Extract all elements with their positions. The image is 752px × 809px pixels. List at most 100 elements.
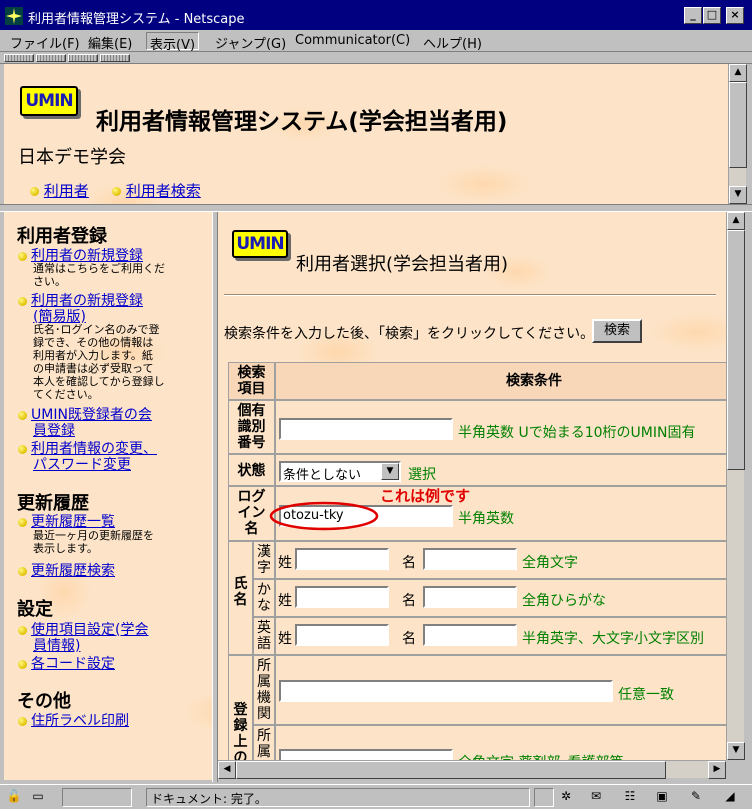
- horizontal-rule: [224, 294, 716, 296]
- scroll-up-icon[interactable]: ▲: [727, 212, 745, 230]
- search-button[interactable]: 検索: [592, 319, 642, 343]
- link-user-search[interactable]: 利用者検索: [126, 182, 201, 200]
- row-label-registered: 登 録 上 の: [228, 655, 253, 760]
- connection-icon: ▭: [32, 789, 44, 803]
- status-divider: [534, 788, 554, 807]
- kana-mei-input[interactable]: [423, 586, 517, 608]
- composer-icon[interactable]: ✎: [686, 789, 706, 805]
- scroll-down-icon[interactable]: ▼: [727, 742, 745, 760]
- org-hint: 任意一致: [618, 687, 674, 703]
- top-link-search[interactable]: 利用者検索: [112, 180, 201, 201]
- main-horizontal-scrollbar[interactable]: ◀ ▶: [218, 760, 726, 779]
- society-name: 日本デモ学会: [18, 147, 126, 168]
- menu-edit[interactable]: 編集(E): [85, 32, 135, 52]
- nav-address-label-print[interactable]: 住所ラベル印刷: [31, 713, 129, 729]
- nav-item[interactable]: 住所ラベル印刷: [18, 710, 129, 730]
- main-vertical-scrollbar[interactable]: ▲ ▼: [726, 212, 745, 760]
- lock-icon[interactable]: 🔓: [4, 789, 24, 805]
- kanji-sei-input[interactable]: [295, 548, 389, 570]
- top-vertical-scrollbar[interactable]: ▲ ▼: [728, 64, 747, 204]
- menu-file[interactable]: ファイル(F): [7, 32, 83, 52]
- bullet-icon: [18, 716, 27, 726]
- address-book-icon[interactable]: ▣: [652, 789, 672, 805]
- scroll-thumb[interactable]: [236, 761, 666, 779]
- umin-logo: UMIN: [20, 86, 78, 116]
- menu-go[interactable]: ジャンプ(G): [212, 32, 289, 52]
- nav-item-cont[interactable]: 員登録: [33, 420, 75, 440]
- nav-history-list[interactable]: 更新履歴一覧: [31, 514, 115, 530]
- minimize-button[interactable]: _: [684, 7, 702, 24]
- newsgroups-icon[interactable]: ☷: [620, 789, 640, 805]
- section-title-settings: 設定: [17, 599, 53, 620]
- umin-id-input[interactable]: [279, 418, 453, 440]
- nav-history-search[interactable]: 更新履歴検索: [31, 563, 115, 579]
- toolbar-grip[interactable]: [68, 54, 98, 62]
- scroll-down-icon[interactable]: ▼: [729, 186, 747, 204]
- nav-item-cont[interactable]: 員情報): [33, 635, 80, 655]
- status-text: ドキュメント: 完了。: [146, 788, 530, 807]
- nav-code-settings[interactable]: 各コード設定: [31, 656, 115, 672]
- mei-label: 名: [402, 555, 416, 571]
- nav-umin-member-registration-line2[interactable]: 員登録: [33, 423, 75, 439]
- nav-item[interactable]: 更新履歴検索: [18, 560, 115, 580]
- table-header-condition: 検索条件: [275, 362, 726, 400]
- nav-note: 通常はこちらをご利用くだ さい。: [33, 262, 165, 288]
- scroll-right-icon[interactable]: ▶: [708, 761, 726, 779]
- bullet-icon: [18, 517, 27, 527]
- maximize-button[interactable]: □: [703, 7, 721, 24]
- nav-field-settings-line2[interactable]: 員情報): [33, 638, 80, 654]
- row-label-dept: 所 属: [253, 725, 275, 760]
- link-users[interactable]: 利用者: [44, 182, 89, 200]
- toolbar-grips: [0, 53, 752, 64]
- scroll-up-icon[interactable]: ▲: [729, 64, 747, 82]
- organization-input[interactable]: [279, 680, 613, 702]
- mei-label: 名: [402, 631, 416, 647]
- bullet-icon: [18, 410, 27, 420]
- main-frame: UMIN 利用者選択(学会担当者用) 検索条件を入力した後、「検索」をクリックし…: [218, 212, 726, 760]
- menu-view[interactable]: 表示(V): [146, 32, 200, 53]
- nav-item[interactable]: 更新履歴一覧: [18, 511, 115, 531]
- row-label-org: 所 属 機 関: [253, 655, 275, 725]
- nav-note: 氏名･ログイン名のみで登 録でき、その他の情報は 利用者が入力します。紙 の申請書は…: [33, 323, 165, 401]
- row-label-kanji: 漢 字: [253, 541, 275, 579]
- mail-icon[interactable]: ✉: [586, 789, 606, 805]
- nav-change-password[interactable]: パスワード変更: [33, 457, 131, 473]
- scroll-thumb[interactable]: [729, 82, 747, 168]
- kana-hint: 全角ひらがな: [522, 593, 606, 609]
- highlight-ellipse: [269, 501, 379, 531]
- status-bar: 🔓 ▭ ドキュメント: 完了。 ✲ ✉ ☷ ▣ ✎ ◢: [0, 784, 752, 809]
- instruction-text: 検索条件を入力した後、「検索」をクリックしてください。: [224, 326, 595, 342]
- row-label-kana: か な: [253, 579, 275, 617]
- navigator-icon[interactable]: ✲: [556, 789, 576, 805]
- status-hint: 選択: [408, 467, 436, 483]
- toolbar-grip[interactable]: [36, 54, 66, 62]
- department-input[interactable]: [279, 749, 453, 760]
- kanji-mei-input[interactable]: [423, 548, 517, 570]
- frame-divider[interactable]: [0, 204, 752, 212]
- chevron-down-icon[interactable]: ▼: [381, 463, 399, 480]
- row-label-id: 個有 識別 番号: [228, 400, 275, 454]
- bullet-icon: [112, 187, 121, 196]
- title-bar[interactable]: 利用者情報管理システム - Netscape _ □ ×: [0, 0, 752, 30]
- top-link-users[interactable]: 利用者: [30, 180, 89, 201]
- toolbar-grip[interactable]: [100, 54, 130, 62]
- english-sei-input[interactable]: [295, 624, 389, 646]
- nav-item-cont[interactable]: パスワード変更: [33, 454, 131, 474]
- scroll-thumb[interactable]: [727, 230, 745, 470]
- bullet-icon: [18, 625, 27, 635]
- toolbar-grip[interactable]: [4, 54, 34, 62]
- nav-item[interactable]: 各コード設定: [18, 653, 115, 673]
- sei-label: 姓: [278, 631, 292, 647]
- english-mei-input[interactable]: [423, 624, 517, 646]
- close-button[interactable]: ×: [726, 7, 744, 24]
- kana-sei-input[interactable]: [295, 586, 389, 608]
- row-label-english: 英 語: [253, 617, 275, 655]
- resize-grip-icon[interactable]: ◢: [720, 789, 740, 805]
- netscape-icon: [5, 7, 23, 25]
- scroll-left-icon[interactable]: ◀: [218, 761, 236, 779]
- bullet-icon: [18, 444, 27, 454]
- menu-communicator[interactable]: Communicator(C): [292, 32, 413, 50]
- menu-help[interactable]: ヘルプ(H): [420, 32, 485, 52]
- table-header-item: 検索 項目: [228, 362, 275, 400]
- status-select[interactable]: 条件としない ▼: [279, 461, 401, 482]
